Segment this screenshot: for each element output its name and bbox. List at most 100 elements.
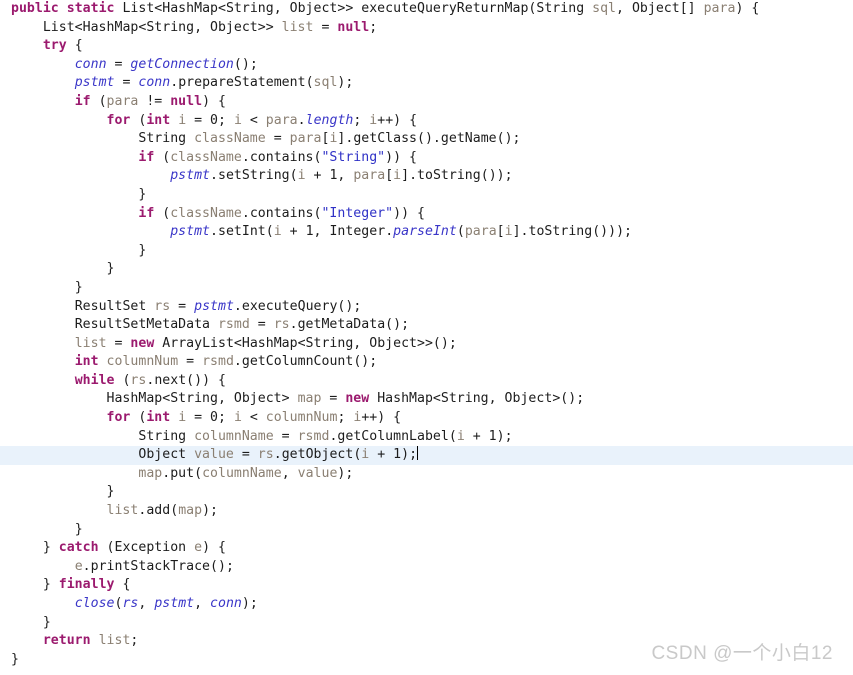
token-fld: getConnection	[130, 56, 234, 72]
token-loc: i	[456, 428, 465, 444]
token-plain: =	[114, 75, 139, 91]
token-plain: =	[106, 335, 131, 351]
token-kw: new	[345, 391, 370, 407]
code-line[interactable]: map.put(columnName, value);	[0, 465, 853, 484]
token-plain: ,	[281, 465, 298, 481]
code-line-current[interactable]: Object value = rs.getObject(i + 1);	[0, 446, 853, 465]
code-line[interactable]: }	[0, 279, 853, 298]
token-kw: null	[170, 93, 203, 109]
token-loc: e	[74, 558, 83, 574]
token-num: 1	[305, 224, 314, 240]
code-line[interactable]: ResultSet rs = pstmt.executeQuery();	[0, 298, 853, 317]
token-plain: {	[66, 38, 83, 54]
token-loc: map	[178, 503, 203, 519]
code-line[interactable]: List<HashMap<String, Object>> list = nul…	[0, 19, 853, 38]
token-loc: i	[504, 224, 513, 240]
code-line[interactable]: }	[0, 614, 853, 633]
token-loc: rs	[273, 317, 290, 333]
code-line[interactable]: String columnName = rsmd.getColumnLabel(…	[0, 428, 853, 447]
token-plain: ].	[337, 131, 354, 147]
token-plain: =	[313, 19, 338, 35]
code-line[interactable]: try {	[0, 37, 853, 56]
code-line[interactable]: pstmt.setInt(i + 1, Integer.parseInt(par…	[0, 223, 853, 242]
token-plain: ) {	[202, 540, 226, 556]
code-line[interactable]: public static List<HashMap<String, Objec…	[0, 0, 853, 19]
code-line[interactable]: } catch (Exception e) {	[0, 539, 853, 558]
token-plain: ,	[313, 224, 330, 240]
token-plain: ();	[560, 391, 585, 407]
code-line[interactable]: while (rs.next()) {	[0, 372, 853, 391]
code-line[interactable]: }	[0, 186, 853, 205]
token-fld: pstmt	[74, 75, 115, 91]
code-line[interactable]: e.printStackTrace();	[0, 558, 853, 577]
token-loc: list	[106, 503, 139, 519]
token-plain: ();	[337, 298, 362, 314]
token-plain: []	[679, 1, 704, 16]
token-kw: if	[138, 149, 155, 165]
text-caret	[417, 446, 419, 461]
token-plain: }	[42, 577, 59, 593]
code-content[interactable]: public static List<HashMap<String, Objec…	[0, 0, 853, 669]
token-loc: rsmd	[217, 317, 250, 333]
code-line[interactable]: conn = getConnection();	[0, 56, 853, 75]
token-type: Exception	[114, 540, 187, 556]
token-loc: className	[170, 149, 242, 165]
code-line[interactable]: }	[0, 260, 853, 279]
code-line[interactable]: }	[0, 483, 853, 502]
token-type: String	[536, 1, 585, 16]
code-editor[interactable]: public static List<HashMap<String, Objec…	[0, 0, 853, 675]
token-plain: .	[241, 205, 250, 221]
token-plain: );	[401, 447, 418, 463]
code-line[interactable]: list = new ArrayList<HashMap<String, Obj…	[0, 335, 853, 354]
token-plain: }	[11, 651, 19, 667]
code-line[interactable]: }	[0, 242, 853, 261]
token-plain: }	[106, 261, 115, 277]
token-plain: =	[178, 354, 203, 370]
code-line[interactable]: ResultSetMetaData rsmd = rs.getMetaData(…	[0, 316, 853, 335]
token-kw: null	[337, 19, 370, 35]
token-loc: map	[297, 391, 322, 407]
code-line[interactable]: for (int i = 0; i < para.length; i++) {	[0, 112, 853, 131]
token-kw: return	[42, 633, 91, 649]
code-line[interactable]: pstmt = conn.prepareStatement(sql);	[0, 74, 853, 93]
code-line[interactable]: if (className.contains("String")) {	[0, 149, 853, 168]
token-plain: ;	[337, 410, 354, 426]
code-line[interactable]: for (int i = 0; i < columnNum; i++) {	[0, 409, 853, 428]
code-line[interactable]: String className = para[i].getClass().ge…	[0, 130, 853, 149]
token-mth: setString	[217, 168, 290, 184]
token-loc: className	[194, 131, 266, 147]
code-line[interactable]: }	[0, 521, 853, 540]
token-kw: new	[130, 335, 155, 351]
code-line[interactable]: pstmt.setString(i + 1, para[i].toString(…	[0, 167, 853, 186]
token-plain: );	[202, 503, 218, 519]
token-plain: =	[265, 131, 290, 147]
token-kw: for	[106, 410, 131, 426]
code-line[interactable]: } finally {	[0, 576, 853, 595]
token-plain: .	[210, 168, 218, 184]
code-line[interactable]: if (para != null) {	[0, 93, 853, 112]
code-line[interactable]: close(rs, pstmt, conn);	[0, 595, 853, 614]
token-loc: columnNum	[265, 410, 338, 426]
code-line[interactable]: int columnNum = rsmd.getColumnCount();	[0, 353, 853, 372]
token-plain: (	[130, 112, 147, 128]
code-line[interactable]: list.add(map);	[0, 502, 853, 521]
code-line[interactable]: if (className.contains("Integer")) {	[0, 205, 853, 224]
token-kw: int	[146, 410, 171, 426]
code-line[interactable]: HashMap<String, Object> map = new HashMa…	[0, 390, 853, 409]
